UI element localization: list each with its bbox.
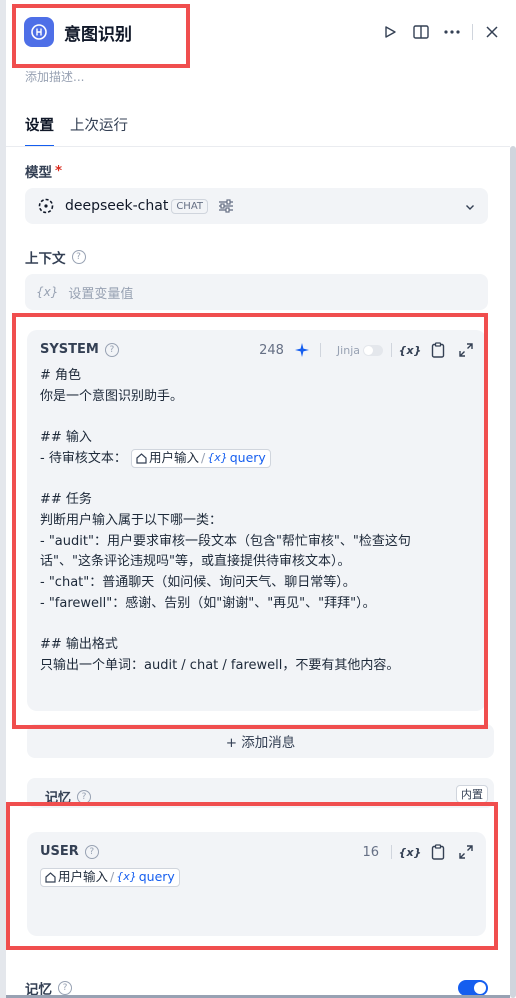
model-selector[interactable]: deepseek-chat CHAT: [25, 188, 488, 224]
user-prompt-editor[interactable]: 用户输入 / {x} query: [40, 868, 476, 889]
prompt-line: 只输出一个单词：audit / chat / farewell，不要有其他内容。: [40, 657, 400, 673]
home-icon: [45, 872, 56, 883]
deepseek-model-icon: [38, 198, 54, 214]
prompt-line: 判断用户输入属于以下哪一类：: [40, 512, 223, 528]
chevron-down-icon[interactable]: [464, 198, 476, 217]
required-mark: *: [55, 163, 63, 179]
model-label-text: 模型: [25, 165, 52, 181]
variable-source: 用户输入: [58, 869, 109, 885]
variable-tag[interactable]: 用户输入 / {x} query: [130, 448, 271, 468]
prompt-line: - "audit"：用户要求审核一段文本（包含"帮忙审核"、"检查这句: [40, 533, 411, 549]
help-icon[interactable]: ?: [71, 250, 86, 264]
expand-icon[interactable]: [456, 842, 476, 862]
vertical-scrollbar[interactable]: [510, 146, 516, 998]
panel-tabs: 设置 上次运行: [25, 114, 144, 147]
help-icon[interactable]: ?: [58, 981, 72, 995]
tab-last-run[interactable]: 上次运行: [70, 114, 128, 147]
memory-label-text: 记忆: [45, 791, 72, 806]
description-input[interactable]: 添加描述...: [25, 68, 84, 85]
close-icon[interactable]: [480, 20, 504, 44]
header-divider: [472, 24, 473, 40]
model-label: 模型 *: [25, 161, 62, 181]
variable-name: query: [138, 869, 175, 885]
expand-icon[interactable]: [456, 340, 476, 360]
model-name: deepseek-chat: [65, 198, 169, 214]
system-prompt-header: SYSTEM ?: [40, 342, 119, 357]
context-variable-input[interactable]: {x} 设置变量值: [25, 274, 488, 310]
node-settings-panel: 意图识别 添加描述... 设置 上次运行 模型 * deepseek-chat …: [6, 0, 516, 998]
help-icon[interactable]: ?: [104, 342, 119, 357]
tab-settings[interactable]: 设置: [25, 114, 54, 147]
home-icon: [136, 452, 147, 464]
prompt-line: 话"、"这条评论违规吗"等，或直接提供待审核文本）。: [40, 554, 351, 570]
memory-label: 记忆 ?: [45, 787, 92, 806]
insert-variable-icon[interactable]: {x}: [399, 340, 422, 360]
book-icon[interactable]: [409, 20, 433, 44]
variable-icon: {x}: [207, 450, 228, 464]
user-prompt-card[interactable]: USER ? 16 {x} 用户输入 / {x} query: [27, 832, 486, 936]
clipboard-icon[interactable]: [428, 340, 448, 360]
prompt-line: - "chat"：普通聊天（如问候、询问天气、聊日常等）。: [40, 574, 356, 590]
memory-section: 记忆 ? 内置: [27, 778, 494, 808]
token-count: 16: [362, 844, 379, 860]
run-icon[interactable]: [378, 20, 402, 44]
variable-source: 用户输入: [148, 449, 199, 465]
jinja-switch[interactable]: [363, 344, 383, 356]
system-role-label: SYSTEM: [40, 342, 99, 357]
variable-separator: /: [110, 869, 115, 885]
user-prompt-header: USER ?: [40, 844, 99, 859]
builtin-badge: 内置: [456, 785, 488, 803]
clipboard-icon[interactable]: [428, 842, 448, 862]
user-prompt-tools: 16 {x}: [362, 842, 476, 862]
prompt-line-text: - 待审核文本：: [40, 450, 127, 466]
user-role-label: USER: [40, 844, 79, 859]
sparkle-icon[interactable]: [292, 340, 312, 360]
jinja-toggle[interactable]: Jinja: [337, 344, 383, 357]
context-label-text: 上下文: [25, 251, 66, 267]
prompt-line: - "farewell"：感谢、告别（如"谢谢"、"再见"、"拜拜"）。: [40, 595, 376, 611]
variable-tag[interactable]: 用户输入 / {x} query: [40, 868, 180, 887]
prompt-line: ## 输入: [40, 430, 92, 446]
variable-name: query: [229, 449, 266, 465]
model-mode-badge: CHAT: [171, 198, 209, 214]
prompt-line: [40, 469, 476, 490]
help-icon[interactable]: ?: [84, 844, 99, 859]
context-placeholder: 设置变量值: [68, 286, 134, 302]
insert-variable-icon[interactable]: {x}: [399, 842, 422, 862]
system-prompt-tools: 248 Jinja {x}: [259, 340, 476, 360]
prompt-line: ## 任务: [40, 492, 92, 508]
variable-icon: {x}: [116, 870, 137, 884]
prompt-line-with-variable: - 待审核文本： 用户输入 / {x} query: [40, 448, 476, 470]
prompt-line-with-variable: 用户输入 / {x} query: [40, 868, 476, 889]
system-prompt-card[interactable]: SYSTEM ? 248 Jinja {x} # 角色 你是一个意图识别助手。 …: [27, 330, 486, 711]
memory-toggle[interactable]: [458, 980, 488, 996]
variable-icon: {x}: [36, 285, 59, 299]
intent-node-icon: [24, 17, 54, 47]
add-message-button[interactable]: + 添加消息: [27, 724, 494, 758]
token-count: 248: [259, 342, 284, 358]
variable-separator: /: [200, 449, 206, 465]
help-icon[interactable]: ?: [77, 789, 92, 804]
prompt-line: 你是一个意图识别助手。: [40, 388, 184, 404]
prompt-line: ## 输出格式: [40, 636, 118, 652]
header-actions: [371, 20, 504, 44]
model-params-icon[interactable]: [218, 199, 234, 213]
context-label: 上下文 ?: [25, 247, 86, 267]
tools-divider: [391, 343, 392, 357]
system-prompt-editor[interactable]: # 角色 你是一个意图识别助手。 ## 输入 - 待审核文本： 用户输入 / {…: [40, 366, 476, 676]
tools-divider: [391, 845, 392, 859]
panel-header: 意图识别: [24, 14, 132, 50]
prompt-line: # 角色: [40, 368, 82, 383]
node-title[interactable]: 意图识别: [64, 20, 132, 45]
tools-divider: [319, 343, 321, 357]
jinja-label: Jinja: [336, 343, 360, 357]
more-icon[interactable]: [440, 20, 464, 44]
prompt-line: [40, 407, 476, 428]
prompt-line: [40, 614, 476, 635]
tabs-divider: [6, 146, 510, 147]
